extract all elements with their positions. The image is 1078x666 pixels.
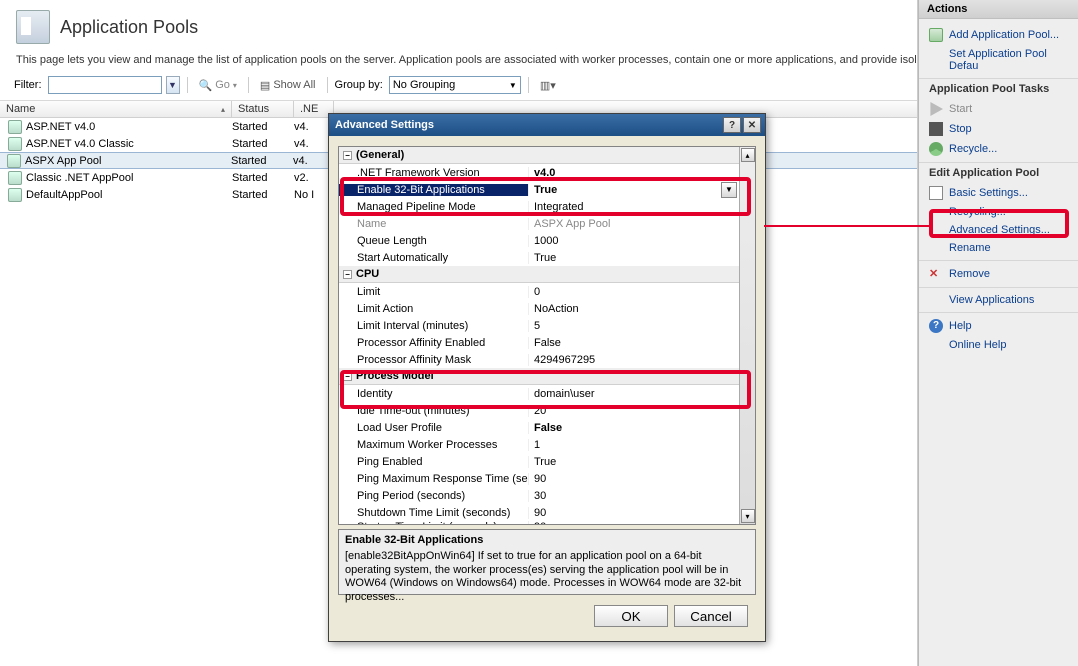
prop-limit[interactable]: Limit0 (339, 283, 739, 300)
filter-label: Filter: (14, 79, 42, 91)
cat-process-model[interactable]: −Process Model (339, 368, 739, 385)
recycle-icon (929, 142, 943, 156)
recycling-settings[interactable]: Recycling... (919, 203, 1078, 221)
filter-dropdown-icon[interactable]: ▼ (166, 76, 180, 94)
advanced-settings[interactable]: Advanced Settings... (919, 221, 1078, 239)
scroll-up-icon[interactable]: ▴ (741, 148, 755, 162)
col-name[interactable]: Name▴ (0, 101, 232, 117)
add-app-pool[interactable]: Add Application Pool... (919, 25, 1078, 45)
binoculars-icon: 🔍 (199, 79, 213, 92)
prop-autostart[interactable]: Start AutomaticallyTrue (339, 249, 739, 266)
stop-action[interactable]: Stop (919, 119, 1078, 139)
start-action[interactable]: Start (919, 99, 1078, 119)
toolbar-overflow[interactable]: ▥▾ (536, 79, 560, 92)
property-grid: −(General) .NET Framework Versionv4.0 En… (338, 146, 756, 525)
connector-annotation (764, 225, 932, 227)
set-defaults[interactable]: Set Application Pool Defau (919, 45, 1078, 75)
play-icon (929, 102, 943, 116)
prop-affinity-mask[interactable]: Processor Affinity Mask4294967295 (339, 351, 739, 368)
ok-button[interactable]: OK (594, 605, 668, 627)
property-description: Enable 32-Bit Applications [enable32BitA… (338, 529, 756, 595)
app-pool-icon (16, 10, 50, 44)
page-title: Application Pools (60, 17, 198, 38)
doc-icon (929, 186, 943, 200)
prop-max-workers[interactable]: Maximum Worker Processes1 (339, 436, 739, 453)
collapse-icon[interactable]: − (343, 270, 352, 279)
toolbar: Filter: ▼ 🔍Go▾ ▤Show All Group by: No Gr… (0, 74, 917, 101)
cancel-button[interactable]: Cancel (674, 605, 748, 627)
dialog-titlebar[interactable]: Advanced Settings ? ✕ (329, 114, 765, 136)
collapse-icon[interactable]: − (343, 372, 352, 381)
help-icon: ? (929, 319, 943, 333)
show-all-button[interactable]: ▤Show All (256, 79, 320, 92)
group-by-label: Group by: (335, 79, 383, 91)
filter-clear-icon: ▤ (260, 79, 270, 92)
advanced-settings-dialog: Advanced Settings ? ✕ −(General) .NET Fr… (328, 113, 766, 642)
prop-limit-interval[interactable]: Limit Interval (minutes)5 (339, 317, 739, 334)
scroll-down-icon[interactable]: ▾ (741, 509, 755, 523)
cat-general[interactable]: −(General) (339, 147, 739, 164)
pool-icon (8, 171, 22, 185)
prop-netfx[interactable]: .NET Framework Versionv4.0 (339, 164, 739, 181)
x-icon: ✕ (929, 267, 943, 281)
cat-cpu[interactable]: −CPU (339, 266, 739, 283)
view-apps[interactable]: View Applications (919, 291, 1078, 309)
actions-panel: Actions Add Application Pool... Set Appl… (918, 0, 1078, 666)
filter-input[interactable] (48, 76, 162, 94)
prop-name[interactable]: NameASPX App Pool (339, 215, 739, 232)
help-button[interactable]: ? (723, 117, 741, 133)
actions-title: Actions (919, 0, 1078, 19)
dropdown-icon[interactable]: ▼ (721, 182, 737, 198)
prop-affinity-enabled[interactable]: Processor Affinity EnabledFalse (339, 334, 739, 351)
add-icon (929, 28, 943, 42)
help-action[interactable]: ?Help (919, 316, 1078, 336)
remove-action[interactable]: ✕Remove (919, 264, 1078, 284)
pool-icon (8, 120, 22, 134)
tasks-header: Application Pool Tasks (919, 78, 1078, 99)
page-subtitle: This page lets you view and manage the l… (0, 50, 917, 74)
col-status[interactable]: Status (232, 101, 294, 117)
pool-icon (8, 137, 22, 151)
stop-icon (929, 122, 943, 136)
go-button[interactable]: 🔍Go▾ (195, 79, 241, 92)
close-button[interactable]: ✕ (743, 117, 761, 133)
recycle-action[interactable]: Recycle... (919, 139, 1078, 159)
sort-asc-icon: ▴ (221, 105, 225, 114)
prop-enable-32bit[interactable]: Enable 32-Bit ApplicationsTrue▼ (339, 181, 739, 198)
online-help[interactable]: Online Help (919, 336, 1078, 354)
prop-ping-period[interactable]: Ping Period (seconds)30 (339, 487, 739, 504)
group-by-select[interactable]: No Grouping▼ (389, 76, 521, 94)
prop-startup-limit[interactable]: Startup Time Limit (seconds)90 (339, 521, 739, 524)
pool-icon (8, 188, 22, 202)
basic-settings[interactable]: Basic Settings... (919, 183, 1078, 203)
edit-header: Edit Application Pool (919, 162, 1078, 183)
prop-ping-max-response[interactable]: Ping Maximum Response Time (seconc90 (339, 470, 739, 487)
rename-action[interactable]: Rename (919, 239, 1078, 257)
prop-pipeline[interactable]: Managed Pipeline ModeIntegrated (339, 198, 739, 215)
dialog-title: Advanced Settings (335, 119, 434, 131)
pool-icon (7, 154, 21, 168)
prop-ping-enabled[interactable]: Ping EnabledTrue (339, 453, 739, 470)
prop-queue[interactable]: Queue Length1000 (339, 232, 739, 249)
collapse-icon[interactable]: − (343, 151, 352, 160)
prop-shutdown-limit[interactable]: Shutdown Time Limit (seconds)90 (339, 504, 739, 521)
prop-load-user-profile[interactable]: Load User ProfileFalse (339, 419, 739, 436)
prop-limit-action[interactable]: Limit ActionNoAction (339, 300, 739, 317)
prop-idle-timeout[interactable]: Idle Time-out (minutes)20 (339, 402, 739, 419)
scrollbar[interactable]: ▴ ▾ (739, 147, 755, 524)
prop-identity[interactable]: Identitydomain\user (339, 385, 739, 402)
